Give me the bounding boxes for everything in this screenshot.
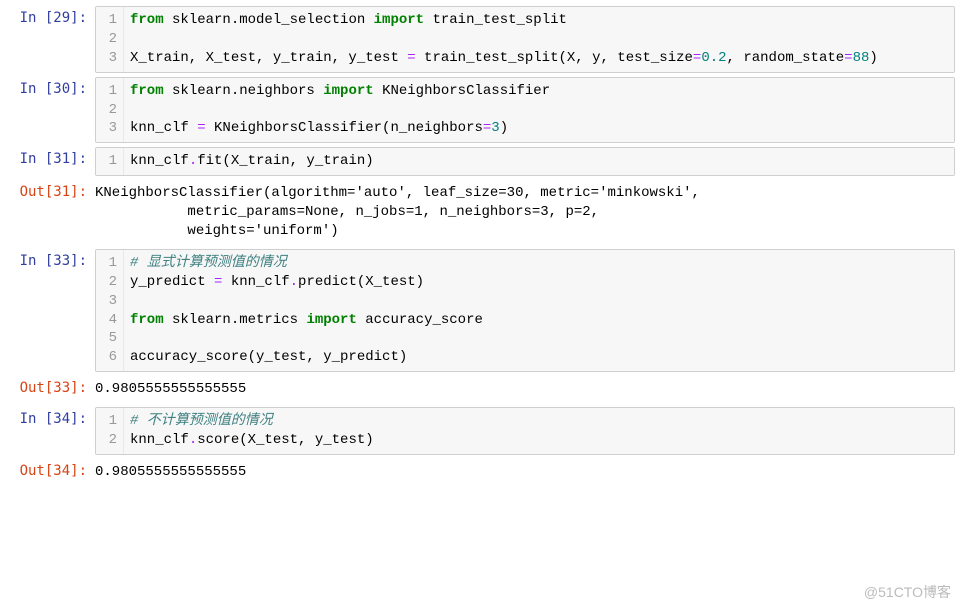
code-editor[interactable]: from sklearn.neighbors import KNeighbors… xyxy=(124,78,954,143)
code-token: 3 xyxy=(491,120,499,136)
input-cell: In [34]:1 2# 不计算预测值的情况 knn_clf.score(X_t… xyxy=(0,405,963,457)
code-token: . xyxy=(189,153,197,169)
code-editor[interactable]: from sklearn.model_selection import trai… xyxy=(124,7,954,72)
output-cell: Out[31]:KNeighborsClassifier(algorithm='… xyxy=(0,178,963,247)
code-token: from xyxy=(130,312,164,328)
code-token: . xyxy=(189,432,197,448)
line-number-gutter: 1 xyxy=(96,148,124,175)
output-cell: Out[33]:0.9805555555555555 xyxy=(0,374,963,405)
out-prompt: Out[31]: xyxy=(0,180,95,245)
code-input-area[interactable]: 1 2# 不计算预测值的情况 knn_clf.score(X_test, y_t… xyxy=(95,407,955,455)
input-cell: In [33]:1 2 3 4 5 6# 显式计算预测值的情况 y_predic… xyxy=(0,247,963,374)
code-token: . xyxy=(290,274,298,290)
code-token: 88 xyxy=(853,50,870,66)
code-token: = xyxy=(844,50,852,66)
code-editor[interactable]: # 显式计算预测值的情况 y_predict = knn_clf.predict… xyxy=(124,250,954,371)
in-prompt: In [29]: xyxy=(0,6,95,73)
code-input-area[interactable]: 1 2 3from sklearn.model_selection import… xyxy=(95,6,955,73)
code-input-area[interactable]: 1 2 3from sklearn.neighbors import KNeig… xyxy=(95,77,955,144)
code-token: import xyxy=(306,312,356,328)
code-token: 0.2 xyxy=(701,50,726,66)
in-prompt: In [33]: xyxy=(0,249,95,372)
output-text: KNeighborsClassifier(algorithm='auto', l… xyxy=(95,180,963,245)
input-cell: In [30]:1 2 3from sklearn.neighbors impo… xyxy=(0,75,963,146)
line-number-gutter: 1 2 3 4 5 6 xyxy=(96,250,124,371)
code-token: = xyxy=(407,50,415,66)
code-editor[interactable]: knn_clf.fit(X_train, y_train) xyxy=(124,148,954,175)
code-token: = xyxy=(214,274,222,290)
line-number-gutter: 1 2 3 xyxy=(96,78,124,143)
input-cell: In [31]:1knn_clf.fit(X_train, y_train) xyxy=(0,145,963,178)
input-cell: In [29]:1 2 3from sklearn.model_selectio… xyxy=(0,4,963,75)
code-token: import xyxy=(374,12,424,28)
code-token: # 显式计算预测值的情况 xyxy=(130,255,287,271)
code-token: # 不计算预测值的情况 xyxy=(130,413,273,429)
line-number-gutter: 1 2 3 xyxy=(96,7,124,72)
out-prompt: Out[34]: xyxy=(0,459,95,486)
code-input-area[interactable]: 1 2 3 4 5 6# 显式计算预测值的情况 y_predict = knn_… xyxy=(95,249,955,372)
code-editor[interactable]: # 不计算预测值的情况 knn_clf.score(X_test, y_test… xyxy=(124,408,954,454)
notebook-container: In [29]:1 2 3from sklearn.model_selectio… xyxy=(0,4,963,488)
code-input-area[interactable]: 1knn_clf.fit(X_train, y_train) xyxy=(95,147,955,176)
code-token: from xyxy=(130,83,164,99)
code-token: import xyxy=(323,83,373,99)
in-prompt: In [30]: xyxy=(0,77,95,144)
code-token: = xyxy=(197,120,205,136)
watermark-text: @51CTO博客 xyxy=(864,582,951,602)
in-prompt: In [34]: xyxy=(0,407,95,455)
output-text: 0.9805555555555555 xyxy=(95,376,963,403)
output-text: 0.9805555555555555 xyxy=(95,459,963,486)
out-prompt: Out[33]: xyxy=(0,376,95,403)
line-number-gutter: 1 2 xyxy=(96,408,124,454)
code-token: from xyxy=(130,12,164,28)
output-cell: Out[34]:0.9805555555555555 xyxy=(0,457,963,488)
in-prompt: In [31]: xyxy=(0,147,95,176)
